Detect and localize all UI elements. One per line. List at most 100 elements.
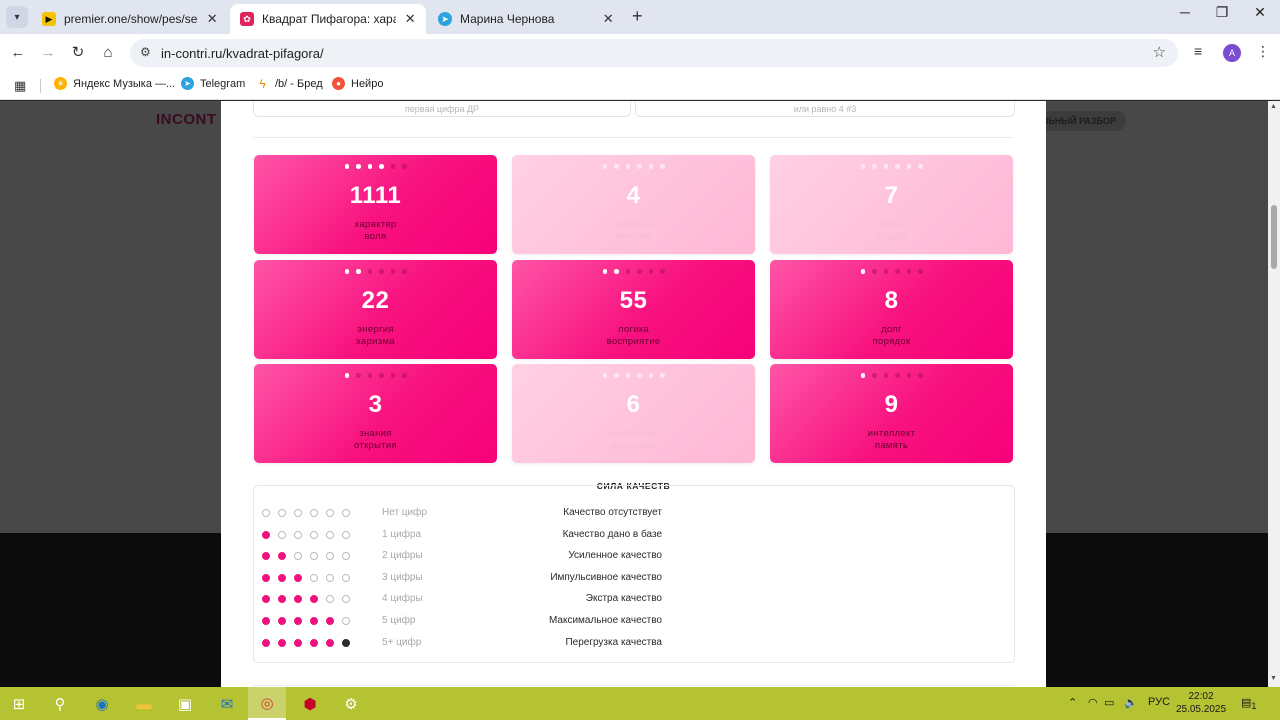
language-indicator[interactable]: РУС xyxy=(1148,696,1170,708)
file-explorer-icon[interactable]: ▬ xyxy=(131,691,157,717)
strength-dot xyxy=(918,373,923,378)
browser-toolbar: ← → ↻ ⌂ ⚙ in-contri.ru/kvadrat-pifagora/… xyxy=(0,34,1280,72)
profile-avatar[interactable]: А xyxy=(1223,44,1241,62)
legend-circle xyxy=(262,595,270,604)
battery-icon[interactable]: ▭ xyxy=(1104,696,1114,709)
strength-dot xyxy=(648,269,653,274)
edge-icon[interactable]: ◉ xyxy=(89,691,115,717)
home-button[interactable]: ⌂ xyxy=(98,43,118,63)
legend-row: 5+ цифр Перегрузка качества xyxy=(254,635,1014,653)
store-icon[interactable]: ▣ xyxy=(172,691,198,717)
tab-premier[interactable]: ▶ premier.one/show/pes/season/ ✕ xyxy=(32,4,228,34)
card-label-secondary: воля xyxy=(364,231,387,242)
square-card[interactable]: 22 энергия харизма xyxy=(254,260,497,359)
legend-circle xyxy=(342,552,350,561)
strength-dot xyxy=(344,269,349,274)
apps-grid-icon[interactable]: ▦ xyxy=(14,78,26,94)
url-text[interactable]: in-contri.ru/kvadrat-pifagora/ xyxy=(161,46,324,61)
tab-close-icon[interactable]: ✕ xyxy=(204,11,220,27)
square-card[interactable]: 55 логика восприятие xyxy=(512,260,755,359)
strength-dot xyxy=(872,269,877,274)
search-icon[interactable]: ⚲ xyxy=(47,691,73,717)
page-scrollbar[interactable]: ▲ ▼ xyxy=(1268,101,1280,687)
strength-dot xyxy=(614,269,619,274)
card-label-primary: интеллект xyxy=(867,428,916,439)
forward-button[interactable]: → xyxy=(38,43,58,63)
legend-circle xyxy=(310,595,318,604)
legend-circle xyxy=(294,573,302,582)
minimize-button[interactable]: ─ xyxy=(1170,4,1200,20)
strength-dot xyxy=(883,373,888,378)
reload-button[interactable]: ↻ xyxy=(68,43,88,63)
strength-dot xyxy=(906,164,911,169)
media-control-icon[interactable]: ≡ xyxy=(1194,43,1202,59)
tab-kvadrat-pifagora[interactable]: ✿ Квадрат Пифагора: характер, с ✕ xyxy=(230,4,426,34)
bookmark-yandex-music[interactable]: ☀ Яндекс Музыка —... xyxy=(54,77,175,90)
legend-circle xyxy=(294,552,302,561)
strength-dot xyxy=(367,164,372,169)
square-card[interactable]: 1111 характер воля xyxy=(254,155,497,254)
tab-search-button[interactable]: ▾ xyxy=(6,6,28,28)
legend-circle xyxy=(326,638,334,647)
network-icon[interactable]: ◠ xyxy=(1088,696,1098,709)
legend-circle xyxy=(278,573,286,582)
app-icon[interactable]: ⬢ xyxy=(297,691,323,717)
legend-circle xyxy=(262,573,270,582)
windows-taskbar: ⊞ ⚲ ◉ ▬ ▣ ✉ ◎ ⬢ ⚙ ⌃ ◠ ▭ 🔈 РУС 22:02 25.0… xyxy=(0,687,1280,720)
close-window-button[interactable]: ✕ xyxy=(1245,4,1275,21)
settings-icon[interactable]: ⚙ xyxy=(338,691,364,717)
volume-icon[interactable]: 🔈 xyxy=(1124,696,1138,709)
strength-dot xyxy=(895,269,900,274)
legend-circle xyxy=(326,573,334,582)
strength-dot xyxy=(883,269,888,274)
scrollbar-thumb[interactable] xyxy=(1271,205,1277,269)
legend-count: 5 цифр xyxy=(382,615,416,626)
square-card[interactable]: 9 интеллект память xyxy=(770,364,1013,463)
square-card[interactable]: 6 мастерство искусство xyxy=(512,364,755,463)
strength-dot xyxy=(895,373,900,378)
strength-dot xyxy=(918,164,923,169)
maximize-button[interactable]: ❐ xyxy=(1207,4,1237,21)
card-number: 55 xyxy=(619,287,648,314)
clock-date: 25.05.2025 xyxy=(1175,704,1227,715)
windows-start-icon[interactable]: ⊞ xyxy=(6,691,32,717)
strength-dot xyxy=(614,373,619,378)
scroll-up-icon[interactable]: ▲ xyxy=(1270,103,1277,110)
card-number: 3 xyxy=(368,391,383,418)
strength-dot xyxy=(390,373,395,378)
back-button[interactable]: ← xyxy=(8,43,28,63)
notifications-icon[interactable]: ▤1 xyxy=(1241,696,1257,711)
previous-card: или равно 4 #3 xyxy=(635,101,1015,117)
background-order-button: ЛЬНЫЙ РАЗБОР xyxy=(1032,111,1126,131)
tab-close-icon[interactable]: ✕ xyxy=(402,11,418,27)
square-card[interactable]: 7 удача судьба xyxy=(770,155,1013,254)
card-label-secondary: порядок xyxy=(872,336,911,347)
bookmark-star-icon[interactable]: ☆ xyxy=(1153,43,1166,61)
strength-dot xyxy=(625,373,630,378)
system-clock[interactable]: 22:02 25.05.2025 xyxy=(1170,690,1232,716)
strength-legend: Нет цифр Качество отсутствует 1 цифра Качес… xyxy=(253,485,1015,663)
tab-close-icon[interactable]: ✕ xyxy=(600,11,616,27)
tab-marina-chernova[interactable]: ➤ Марина Чернова ✕ xyxy=(428,4,624,34)
card-number: 22 xyxy=(361,287,390,314)
bookmark-telegram[interactable]: ➤ Telegram xyxy=(181,77,245,90)
square-card[interactable]: 8 долг порядок xyxy=(770,260,1013,359)
bookmark-neiro[interactable]: ● Нейро xyxy=(332,77,383,90)
strength-dots xyxy=(512,373,755,378)
new-tab-button[interactable]: + xyxy=(632,6,643,27)
mail-icon[interactable]: ✉ xyxy=(214,691,240,717)
strength-dot xyxy=(660,269,665,274)
legend-circle xyxy=(342,617,350,625)
site-info-icon[interactable]: ⚙ xyxy=(140,45,151,59)
tray-chevron-icon[interactable]: ⌃ xyxy=(1068,696,1077,709)
bookmarks-separator xyxy=(40,79,41,93)
strength-dot xyxy=(660,373,665,378)
scroll-down-icon[interactable]: ▼ xyxy=(1270,675,1277,682)
square-card[interactable]: 3 знания открытия xyxy=(254,364,497,463)
menu-icon[interactable]: ⋮ xyxy=(1256,43,1270,60)
bookmark-b-bred[interactable]: ϟ /b/ - Бред xyxy=(256,77,322,91)
square-card[interactable]: 4 здоровье красота xyxy=(512,155,755,254)
chrome-icon[interactable]: ◎ xyxy=(248,687,286,720)
address-bar[interactable]: ⚙ in-contri.ru/kvadrat-pifagora/ ☆ xyxy=(130,39,1178,67)
premier-favicon-icon: ▶ xyxy=(42,12,56,26)
